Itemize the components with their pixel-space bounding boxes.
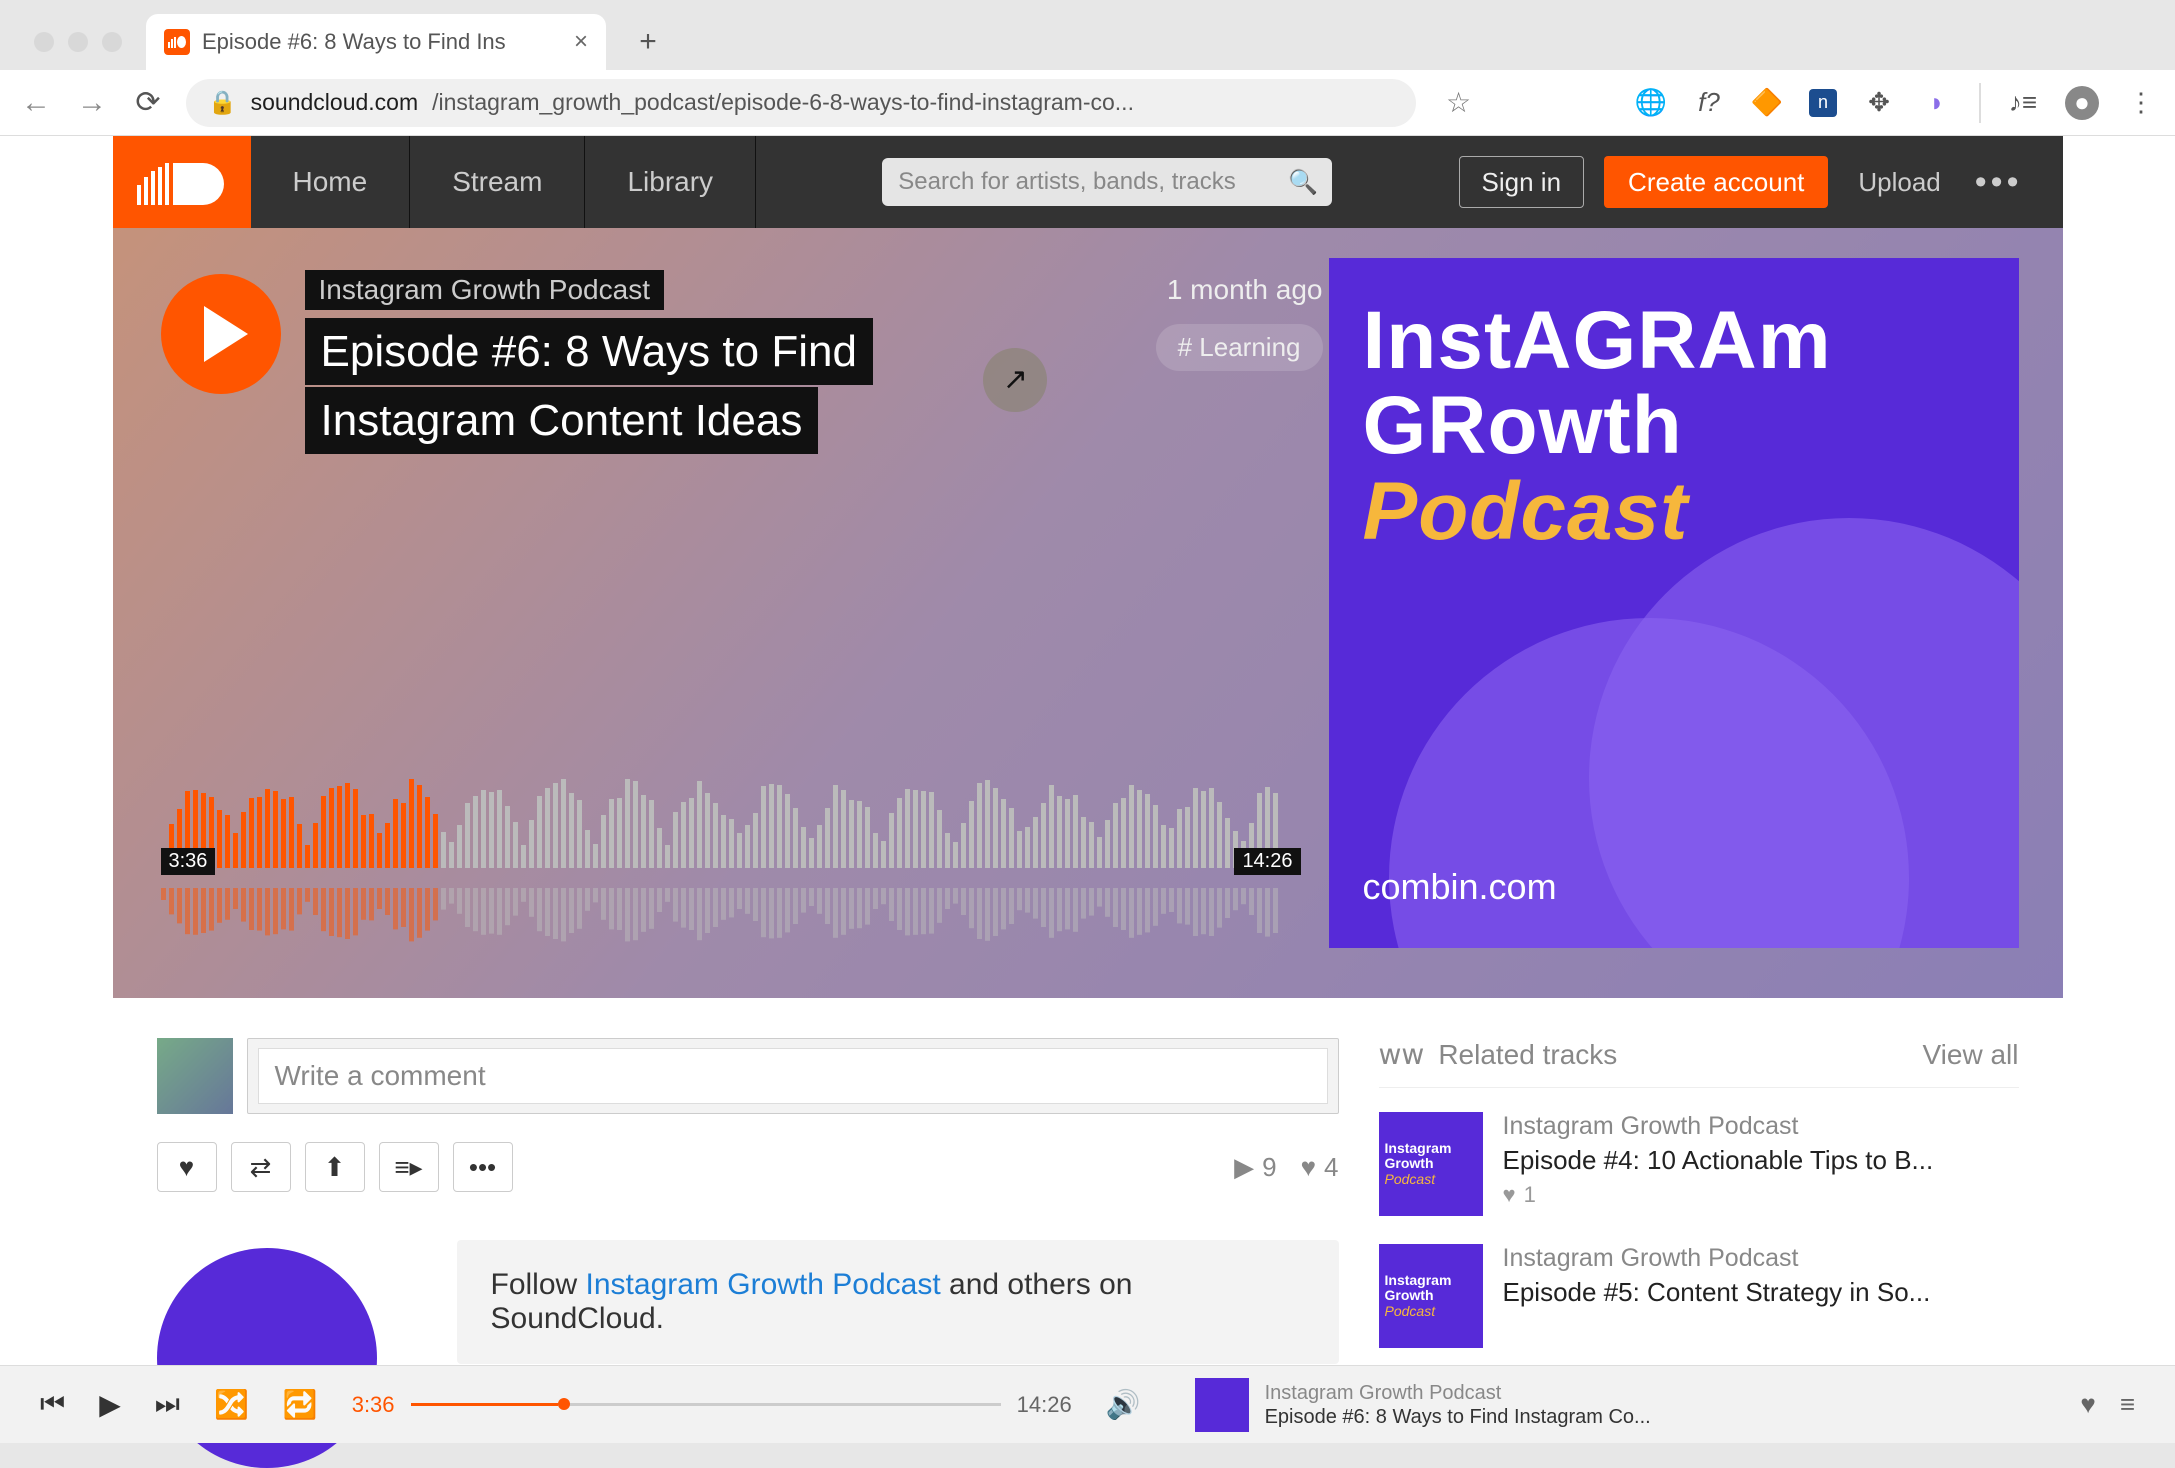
more-actions-button[interactable]: ••• [453,1142,513,1192]
related-thumb: Instagram GrowthPodcast [1379,1112,1483,1216]
soundcloud-logo-icon[interactable] [113,136,251,228]
now-playing-title[interactable]: Episode #6: 8 Ways to Find Instagram Co.… [1265,1405,1651,1429]
comment-input[interactable]: Write a comment [247,1038,1339,1114]
bookmark-star-icon[interactable]: ☆ [1446,86,1471,119]
like-button[interactable]: ♥ [157,1142,217,1192]
related-likes: ♥ 1 [1503,1182,2019,1208]
track-title-line: Episode #6: 8 Ways to Find [305,318,873,385]
bottom-player: ⏮ ▶ ⏭ 🔀 🔁 3:36 14:26 🔊 Instagram Growth … [0,1365,2175,1443]
traffic-max-icon[interactable] [102,32,122,52]
cover-art[interactable]: InstAGRAm GRowth Podcast combin.com [1329,258,2019,948]
url-path: /instagram_growth_podcast/episode-6-8-wa… [432,89,1134,116]
repeat-button[interactable]: 🔁 [283,1388,318,1421]
now-playing-artist[interactable]: Instagram Growth Podcast [1265,1381,1651,1405]
user-avatar[interactable] [157,1038,233,1114]
cover-url: combin.com [1363,866,1985,908]
extension-icon[interactable]: n [1809,89,1837,117]
close-tab-icon[interactable]: × [574,28,588,56]
chrome-menu-icon[interactable]: ⋮ [2125,87,2157,119]
upload-link[interactable]: Upload [1858,167,1940,198]
extension-icon[interactable]: f? [1693,87,1725,119]
related-artist: Instagram Growth Podcast [1503,1112,2019,1141]
prev-track-button[interactable]: ⏮ [40,1388,65,1421]
follow-callout: Follow Instagram Growth Podcast and othe… [457,1240,1339,1364]
window-controls[interactable] [20,32,142,70]
related-artist: Instagram Growth Podcast [1503,1244,2019,1273]
volume-icon[interactable]: 🔊 [1106,1388,1141,1421]
total-time: 14:26 [1234,848,1300,875]
extension-icon[interactable]: ✥ [1863,87,1895,119]
related-thumb: Instagram GrowthPodcast [1379,1244,1483,1348]
add-to-next-up-button[interactable]: ≡▸ [379,1142,439,1192]
next-track-button[interactable]: ⏭ [155,1388,180,1421]
related-track[interactable]: Instagram GrowthPodcast Instagram Growth… [1379,1112,2019,1216]
site-header: Home Stream Library Search for artists, … [113,136,2063,228]
progress-bar[interactable] [411,1403,1001,1406]
create-account-button[interactable]: Create account [1604,156,1828,208]
more-menu-icon[interactable]: ••• [1975,163,2023,202]
nav-library[interactable]: Library [585,136,756,228]
search-input[interactable]: Search for artists, bands, tracks 🔍 [882,158,1332,206]
forward-button[interactable]: → [74,85,110,121]
track-hero: Instagram Growth Podcast Episode #6: 8 W… [113,228,2063,998]
traffic-close-icon[interactable] [34,32,54,52]
play-button[interactable] [161,274,281,394]
sign-in-button[interactable]: Sign in [1459,156,1585,208]
artist-name[interactable]: Instagram Growth Podcast [305,270,664,310]
play-count: ▶ 9 [1234,1152,1276,1183]
repost-button[interactable]: ⇄ [231,1142,291,1192]
traffic-min-icon[interactable] [68,32,88,52]
cover-text: InstAGRAm GRowth Podcast [1363,298,1985,554]
cursor-icon [983,348,1047,412]
extension-icon[interactable]: ◗ [1921,87,1953,119]
address-bar[interactable]: 🔒 soundcloud.com/instagram_growth_podcas… [186,79,1416,127]
new-tab-button[interactable]: + [628,22,668,62]
reload-button[interactable]: ⟳ [130,85,166,121]
nav-home[interactable]: Home [251,136,411,228]
player-like-button[interactable]: ♥ [2080,1389,2095,1420]
lock-icon: 🔒 [208,89,237,116]
profile-avatar-icon[interactable]: ● [2065,86,2099,120]
shuffle-button[interactable]: 🔀 [214,1388,249,1421]
play-pause-button[interactable]: ▶ [99,1388,121,1421]
related-heading: Related tracks [1438,1039,1617,1071]
posted-time: 1 month ago [1156,274,1323,306]
search-icon[interactable]: 🔍 [1288,168,1318,197]
related-title: Episode #4: 10 Actionable Tips to B... [1503,1145,2019,1176]
extension-icon[interactable]: 🌐 [1635,87,1667,119]
waveform-icon: 𝗐𝗐 [1379,1038,1425,1071]
player-duration: 14:26 [1017,1392,1072,1418]
url-host: soundcloud.com [251,89,419,116]
genre-tag[interactable]: # Learning [1156,324,1323,371]
extension-icon[interactable]: 🔶 [1751,87,1783,119]
browser-tab[interactable]: Episode #6: 8 Ways to Find Ins × [146,14,606,70]
back-button[interactable]: ← [18,85,54,121]
like-count: ♥ 4 [1301,1152,1339,1183]
divider [1979,83,1981,123]
view-all-link[interactable]: View all [1923,1039,2019,1071]
player-elapsed: 3:36 [352,1392,395,1418]
related-track[interactable]: Instagram GrowthPodcast Instagram Growth… [1379,1244,2019,1348]
queue-button[interactable]: ≡ [2120,1389,2135,1420]
related-title: Episode #5: Content Strategy in So... [1503,1277,2019,1308]
elapsed-time: 3:36 [161,848,216,875]
artist-link[interactable]: Instagram Growth Podcast [586,1268,941,1301]
tab-title: Episode #6: 8 Ways to Find Ins [202,29,562,55]
now-playing-thumb[interactable] [1195,1378,1249,1432]
soundcloud-favicon-icon [164,29,190,55]
media-control-icon[interactable]: ♪≡ [2007,87,2039,119]
waveform[interactable]: 3:36 14:26 [161,788,1301,938]
search-placeholder: Search for artists, bands, tracks [898,168,1235,196]
share-button[interactable]: ⬆ [305,1142,365,1192]
nav-stream[interactable]: Stream [410,136,585,228]
track-title-line: Instagram Content Ideas [305,387,819,454]
